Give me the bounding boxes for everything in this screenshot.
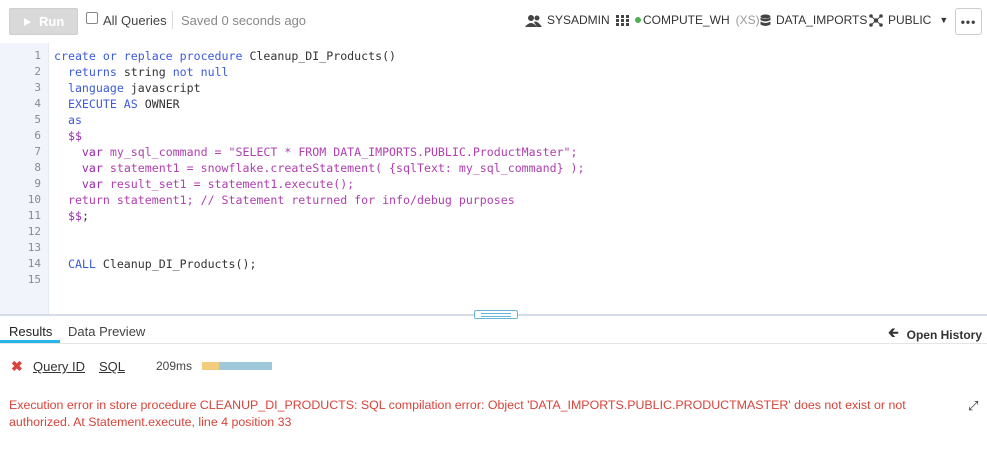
line-number-gutter: 1 2 3 4 5 6 7 8 9 10 11 12 13 14 15: [0, 43, 49, 314]
query-id-link[interactable]: Query ID: [33, 359, 85, 374]
role-selector[interactable]: SYSADMIN: [525, 13, 610, 27]
code-line[interactable]: return statement1; // Statement returned…: [54, 192, 585, 208]
tab-data-preview[interactable]: Data Preview: [68, 324, 145, 339]
arrow-left-icon: 🡰: [888, 325, 899, 340]
sql-editor[interactable]: 1 2 3 4 5 6 7 8 9 10 11 12 13 14 15 crea…: [0, 43, 987, 314]
line-number: 5: [34, 113, 41, 126]
line-number: 11: [27, 209, 41, 222]
line-number: 13: [27, 241, 41, 254]
schema-selector[interactable]: PUBLIC ▼: [869, 13, 948, 27]
code-line[interactable]: as: [54, 112, 585, 128]
line-number: 2: [34, 65, 41, 78]
tab-results[interactable]: Results: [9, 324, 52, 339]
results-tabs: Results Data Preview 🡰 Open History: [0, 316, 987, 344]
code-line[interactable]: [54, 224, 585, 240]
code-line[interactable]: language javascript: [54, 80, 585, 96]
query-status-row: ✖ Query ID SQL 209ms: [0, 356, 987, 376]
compile-segment: [202, 362, 219, 370]
code-line[interactable]: create or replace procedure Cleanup_DI_P…: [54, 48, 585, 64]
query-duration: 209ms: [156, 359, 193, 373]
line-number: 6: [34, 129, 41, 142]
line-number: 14: [27, 257, 41, 270]
database-icon: [760, 14, 771, 26]
schema-name: PUBLIC: [888, 13, 932, 27]
line-number: 3: [34, 81, 41, 94]
code-line[interactable]: $$: [54, 128, 585, 144]
warehouse-status-dot: [635, 17, 641, 23]
database-selector[interactable]: DATA_IMPORTS: [760, 13, 867, 27]
schema-icon: [869, 13, 883, 27]
sql-link[interactable]: SQL: [99, 359, 125, 374]
code-line[interactable]: $$;: [54, 208, 585, 224]
chevron-down-icon: ▼: [939, 15, 949, 25]
code-line[interactable]: var my_sql_command = "SELECT * FROM DATA…: [54, 144, 585, 160]
all-queries-checkbox[interactable]: [86, 12, 98, 24]
code-content[interactable]: create or replace procedure Cleanup_DI_P…: [54, 48, 585, 288]
warehouse-icon: [616, 14, 629, 26]
line-number: 12: [27, 225, 41, 238]
open-history-button[interactable]: 🡰 Open History: [888, 324, 982, 346]
warehouse-selector[interactable]: COMPUTE_WH (XS): [616, 13, 760, 27]
more-icon: •••: [960, 14, 977, 29]
run-label: Run: [39, 14, 65, 29]
code-line[interactable]: [54, 272, 585, 288]
duration-bar: [202, 362, 272, 370]
line-number: 1: [34, 49, 41, 62]
code-line[interactable]: returns string not null: [54, 64, 585, 80]
line-number: 15: [27, 273, 41, 286]
execute-segment: [219, 362, 272, 370]
code-line[interactable]: [54, 240, 585, 256]
code-line[interactable]: EXECUTE AS OWNER: [54, 96, 585, 112]
code-line[interactable]: CALL Cleanup_DI_Products();: [54, 256, 585, 272]
line-number: 4: [34, 97, 41, 110]
database-name: DATA_IMPORTS: [776, 13, 868, 27]
toolbar: Run All Queries Saved 0 seconds ago SYSA…: [0, 0, 987, 42]
line-number: 9: [34, 177, 41, 190]
warehouse-size: (XS): [735, 13, 760, 27]
line-number: 10: [27, 193, 41, 206]
line-number: 8: [34, 161, 41, 174]
toolbar-divider: [172, 11, 173, 29]
line-number: 7: [34, 145, 41, 158]
code-line[interactable]: var result_set1 = statement1.execute();: [54, 176, 585, 192]
expand-icon[interactable]: ⤢: [968, 398, 978, 414]
error-message: Execution error in store procedure CLEAN…: [9, 398, 906, 429]
all-queries-label[interactable]: All Queries: [103, 13, 167, 28]
saved-status: Saved 0 seconds ago: [181, 13, 307, 28]
more-options-button[interactable]: •••: [955, 8, 982, 35]
code-line[interactable]: var statement1 = snowflake.createStateme…: [54, 160, 585, 176]
error-icon: ✖: [11, 358, 23, 374]
warehouse-name: COMPUTE_WH: [643, 13, 730, 27]
play-icon: [24, 17, 31, 26]
open-history-label: Open History: [906, 328, 982, 342]
users-icon: [525, 14, 542, 27]
run-button[interactable]: Run: [9, 8, 78, 35]
active-tab-indicator: [0, 340, 60, 343]
role-name: SYSADMIN: [547, 13, 610, 27]
